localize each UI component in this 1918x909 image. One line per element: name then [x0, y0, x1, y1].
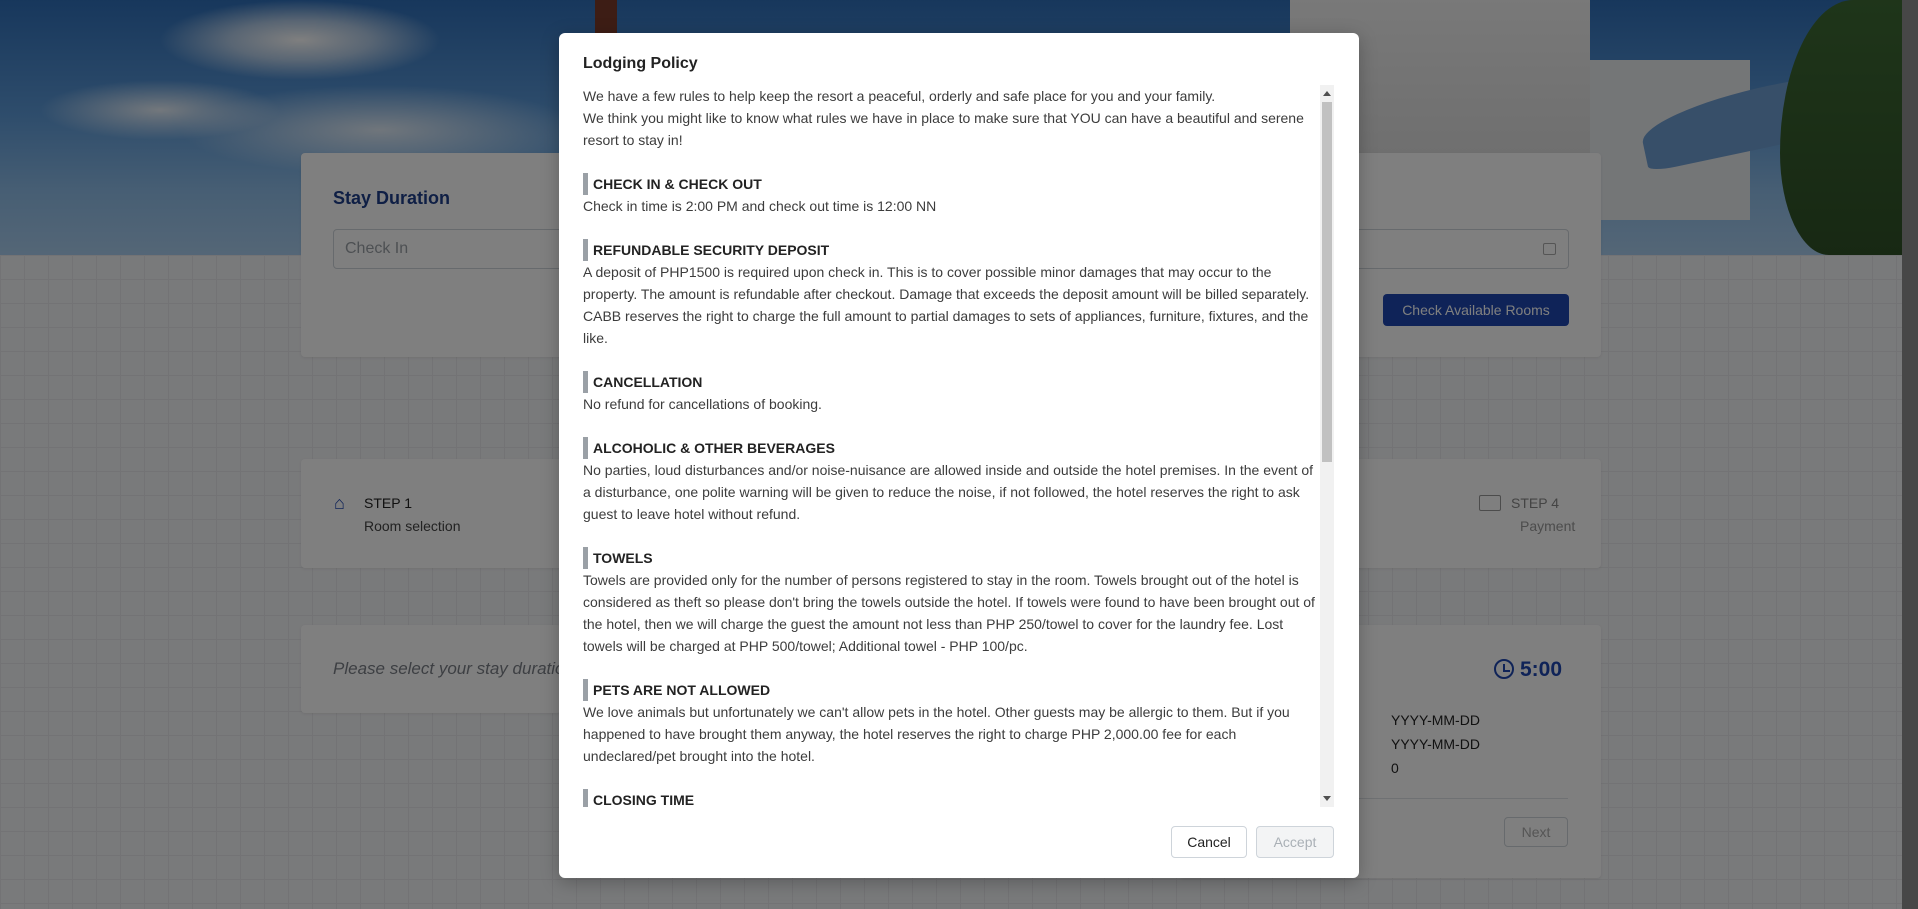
section-heading: TOWELS — [583, 547, 1319, 569]
intro-line: We have a few rules to help keep the res… — [583, 88, 1216, 104]
policy-section: CANCELLATION No refund for cancellations… — [583, 371, 1319, 415]
scroll-down-arrow-icon[interactable] — [1323, 796, 1331, 801]
section-heading: ALCOHOLIC & OTHER BEVERAGES — [583, 437, 1319, 459]
policy-section: CHECK IN & CHECK OUT Check in time is 2:… — [583, 173, 1319, 217]
scrollbar-thumb[interactable] — [1322, 102, 1332, 462]
section-text: Towels are provided only for the number … — [583, 572, 1315, 654]
section-text: We love animals but unfortunately we can… — [583, 704, 1290, 764]
section-heading: CHECK IN & CHECK OUT — [583, 173, 1319, 195]
section-text: No refund for cancellations of booking. — [583, 396, 822, 412]
policy-section: TOWELS Towels are provided only for the … — [583, 547, 1319, 657]
policy-section: REFUNDABLE SECURITY DEPOSIT A deposit of… — [583, 239, 1319, 349]
section-heading: CANCELLATION — [583, 371, 1319, 393]
lodging-policy-modal: Lodging Policy We have a few rules to he… — [559, 33, 1359, 878]
policy-section: ALCOHOLIC & OTHER BEVERAGES No parties, … — [583, 437, 1319, 525]
policy-section: PETS ARE NOT ALLOWED We love animals but… — [583, 679, 1319, 767]
policy-section: CLOSING TIME — [583, 789, 1319, 807]
section-text: No parties, loud disturbances and/or noi… — [583, 462, 1314, 522]
policy-intro: We have a few rules to help keep the res… — [583, 85, 1319, 151]
section-heading: PETS ARE NOT ALLOWED — [583, 679, 1319, 701]
modal-title: Lodging Policy — [583, 55, 698, 72]
section-text: Check in time is 2:00 PM and check out t… — [583, 198, 937, 214]
policy-scrollbar[interactable] — [1320, 85, 1334, 807]
intro-line: We think you might like to know what rul… — [583, 110, 1304, 148]
section-text: A deposit of PHP1500 is required upon ch… — [583, 264, 1310, 346]
cancel-button[interactable]: Cancel — [1171, 826, 1247, 858]
accept-button[interactable]: Accept — [1256, 826, 1334, 858]
policy-body[interactable]: We have a few rules to help keep the res… — [583, 85, 1319, 807]
section-heading: CLOSING TIME — [583, 789, 1319, 807]
scroll-up-arrow-icon[interactable] — [1323, 91, 1331, 96]
section-heading: REFUNDABLE SECURITY DEPOSIT — [583, 239, 1319, 261]
